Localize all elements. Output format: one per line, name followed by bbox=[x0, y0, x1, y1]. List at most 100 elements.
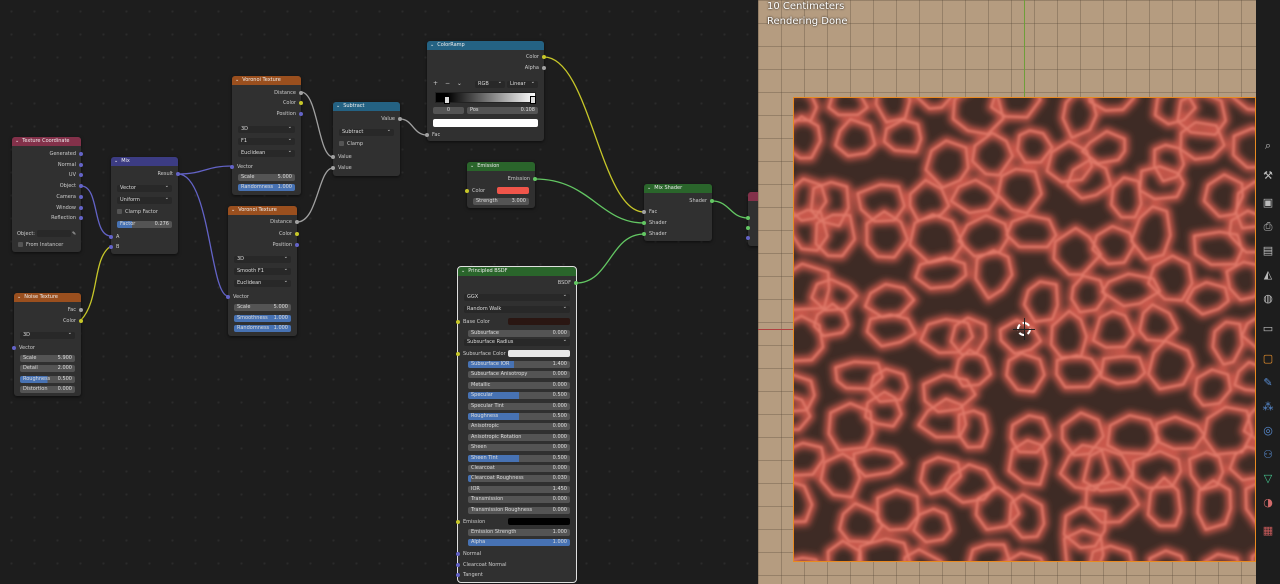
interpolation-dropdown[interactable]: Linear bbox=[507, 79, 538, 88]
socket-icon[interactable] bbox=[642, 232, 646, 236]
physics-icon[interactable]: ◎ bbox=[1261, 424, 1275, 438]
bsdf-field[interactable]: Anisotropic Rotation 0.000 bbox=[468, 433, 570, 441]
smoothness-field[interactable]: Smoothness 1.000 bbox=[234, 315, 291, 322]
subsurface-method-dropdown[interactable]: Random Walk bbox=[464, 304, 570, 313]
collapse-chevron-icon[interactable]: ⌄ bbox=[231, 206, 235, 215]
world-properties-icon[interactable]: ◍ bbox=[1261, 292, 1275, 306]
mix-node[interactable]: ⌄Mix Result Vector Uniform Clamp Factor … bbox=[109, 157, 180, 254]
socket-icon[interactable] bbox=[746, 226, 750, 230]
data-type-dropdown[interactable]: Vector bbox=[117, 183, 172, 192]
output-properties-icon[interactable]: ⎙ bbox=[1261, 220, 1275, 234]
collapse-chevron-icon[interactable]: ⌄ bbox=[647, 184, 651, 193]
ramp-menu-chevron-icon[interactable]: ⌄ bbox=[457, 80, 462, 87]
socket-icon[interactable] bbox=[12, 346, 16, 350]
socket-icon[interactable] bbox=[542, 55, 546, 59]
collapse-chevron-icon[interactable]: ⌄ bbox=[461, 267, 465, 276]
material-properties-icon[interactable]: ◑ bbox=[1261, 496, 1275, 510]
feature-dropdown[interactable]: Smooth F1 bbox=[234, 266, 291, 275]
socket-icon[interactable] bbox=[456, 573, 460, 577]
bsdf-field[interactable]: Transmission 0.000 bbox=[468, 496, 570, 504]
operation-dropdown[interactable]: Subtract bbox=[339, 127, 394, 136]
noise-texture-node[interactable]: ⌄Noise Texture Fac Color 3D Vector Scale… bbox=[12, 293, 83, 396]
detail-field[interactable]: Detail 2.000 bbox=[20, 365, 75, 372]
subsurface-color-swatch[interactable] bbox=[508, 350, 570, 357]
socket-icon[interactable] bbox=[746, 236, 750, 240]
socket-icon[interactable] bbox=[79, 216, 83, 220]
socket-icon[interactable] bbox=[79, 206, 83, 210]
material-output-node[interactable] bbox=[746, 192, 758, 246]
emission-color-swatch[interactable] bbox=[497, 187, 529, 194]
collapse-chevron-icon[interactable]: ⌄ bbox=[470, 162, 474, 171]
stop-position-field[interactable]: Pos 0.108 bbox=[467, 107, 538, 114]
view-layer-icon[interactable]: ▤ bbox=[1261, 244, 1275, 258]
feature-dropdown[interactable]: F1 bbox=[238, 136, 295, 145]
texture-properties-icon[interactable]: ▦ bbox=[1261, 524, 1275, 538]
socket-icon[interactable] bbox=[746, 216, 750, 220]
socket-icon[interactable] bbox=[79, 152, 83, 156]
clamp-checkbox[interactable]: Clamp bbox=[339, 141, 363, 148]
collapse-chevron-icon[interactable]: ⌄ bbox=[15, 137, 19, 146]
shader-node-editor[interactable]: ⌄ Texture Coordinate Generated Normal UV … bbox=[0, 0, 758, 584]
color-mode-dropdown[interactable]: RGB bbox=[475, 79, 505, 88]
bsdf-field[interactable]: Subsurface 0.000 bbox=[468, 330, 570, 337]
bsdf-field[interactable]: Specular 0.500 bbox=[468, 392, 570, 400]
metric-dropdown[interactable]: Euclidean bbox=[234, 278, 291, 287]
collection-icon[interactable]: ▭ bbox=[1261, 322, 1275, 336]
voronoi-texture-node-1[interactable]: ⌄ Voronoi Texture Distance Color Position… bbox=[230, 76, 303, 195]
bsdf-field[interactable]: Subsurface Anisotropy 0.000 bbox=[468, 371, 570, 379]
socket-icon[interactable] bbox=[79, 163, 83, 167]
socket-icon[interactable] bbox=[109, 235, 113, 239]
socket-icon[interactable] bbox=[642, 221, 646, 225]
socket-icon[interactable] bbox=[79, 184, 83, 188]
subsurface-radius-dropdown[interactable]: Subsurface Radius bbox=[464, 337, 570, 346]
socket-icon[interactable] bbox=[295, 220, 299, 224]
color-ramp-node[interactable]: ⌄ColorRamp Color Alpha + − ⌄ RGB Linear … bbox=[425, 41, 546, 141]
scale-field[interactable]: Scale 5.900 bbox=[20, 355, 75, 362]
socket-icon[interactable] bbox=[542, 66, 546, 70]
socket-icon[interactable] bbox=[299, 91, 303, 95]
socket-icon[interactable] bbox=[331, 155, 335, 159]
randomness-field[interactable]: Randomness 1.000 bbox=[234, 325, 291, 332]
search-icon[interactable]: ⌕ bbox=[1261, 139, 1275, 153]
bsdf-field[interactable]: Sheen 0.000 bbox=[468, 444, 570, 452]
modifier-wrench-icon[interactable]: ✎ bbox=[1261, 376, 1275, 390]
bsdf-field[interactable]: Clearcoat 0.000 bbox=[468, 465, 570, 472]
mix-shader-node[interactable]: ⌄ Mix Shader Shader Fac Shader Shader bbox=[642, 184, 714, 241]
add-stop-button[interactable]: + bbox=[433, 80, 438, 87]
collapse-chevron-icon[interactable]: ⌄ bbox=[430, 41, 434, 50]
bsdf-field[interactable]: Metallic 0.000 bbox=[468, 381, 570, 389]
socket-icon[interactable] bbox=[398, 117, 402, 121]
bsdf-field[interactable]: Sheen Tint 0.500 bbox=[468, 454, 570, 462]
3d-cursor-icon[interactable] bbox=[1013, 318, 1035, 340]
stop-color-swatch[interactable] bbox=[433, 119, 538, 127]
metric-dropdown[interactable]: Euclidean bbox=[238, 148, 295, 157]
principled-bsdf-node[interactable]: ⌄Principled BSDF BSDF GGX Random Walk Ba… bbox=[456, 266, 578, 583]
tool-icon[interactable]: ⚒ bbox=[1261, 169, 1275, 183]
socket-icon[interactable] bbox=[295, 232, 299, 236]
3d-viewport[interactable]: 10 Centimeters Rendering Done bbox=[758, 0, 1256, 584]
bsdf-field[interactable]: Anisotropic 0.000 bbox=[468, 423, 570, 431]
object-field[interactable]: Object: ✎ bbox=[12, 229, 81, 239]
factor-field[interactable]: Factor 0.276 bbox=[117, 221, 172, 228]
socket-icon[interactable] bbox=[456, 320, 460, 324]
socket-icon[interactable] bbox=[79, 173, 83, 177]
dimensions-dropdown[interactable]: 3D bbox=[238, 124, 295, 133]
collapse-chevron-icon[interactable]: ⌄ bbox=[336, 102, 340, 111]
constraints-icon[interactable]: ⚇ bbox=[1261, 448, 1275, 462]
scale-field[interactable]: Scale 5.000 bbox=[238, 174, 295, 181]
collapse-chevron-icon[interactable]: ⌄ bbox=[17, 293, 21, 302]
bsdf-field[interactable]: Specular Tint 0.000 bbox=[468, 402, 570, 410]
socket-icon[interactable] bbox=[79, 319, 83, 323]
strength-field[interactable]: Strength 3.000 bbox=[473, 198, 529, 205]
dimensions-dropdown[interactable]: 3D bbox=[20, 330, 75, 339]
ramp-stop-handle-left[interactable] bbox=[444, 96, 450, 104]
collapse-chevron-icon[interactable]: ⌄ bbox=[114, 157, 118, 166]
scale-field[interactable]: Scale 5.000 bbox=[234, 304, 291, 311]
emission-node[interactable]: ⌄ Emission Emission Color Strength 3.000 bbox=[465, 162, 537, 208]
factor-mode-dropdown[interactable]: Uniform bbox=[117, 195, 172, 204]
texture-coordinate-node[interactable]: ⌄ Texture Coordinate Generated Normal UV … bbox=[12, 137, 83, 252]
socket-icon[interactable] bbox=[533, 177, 537, 181]
bsdf-field[interactable]: Subsurface IOR 1.400 bbox=[468, 361, 570, 368]
bsdf-field[interactable]: IOR 1.450 bbox=[468, 485, 570, 493]
socket-icon[interactable] bbox=[456, 352, 460, 356]
